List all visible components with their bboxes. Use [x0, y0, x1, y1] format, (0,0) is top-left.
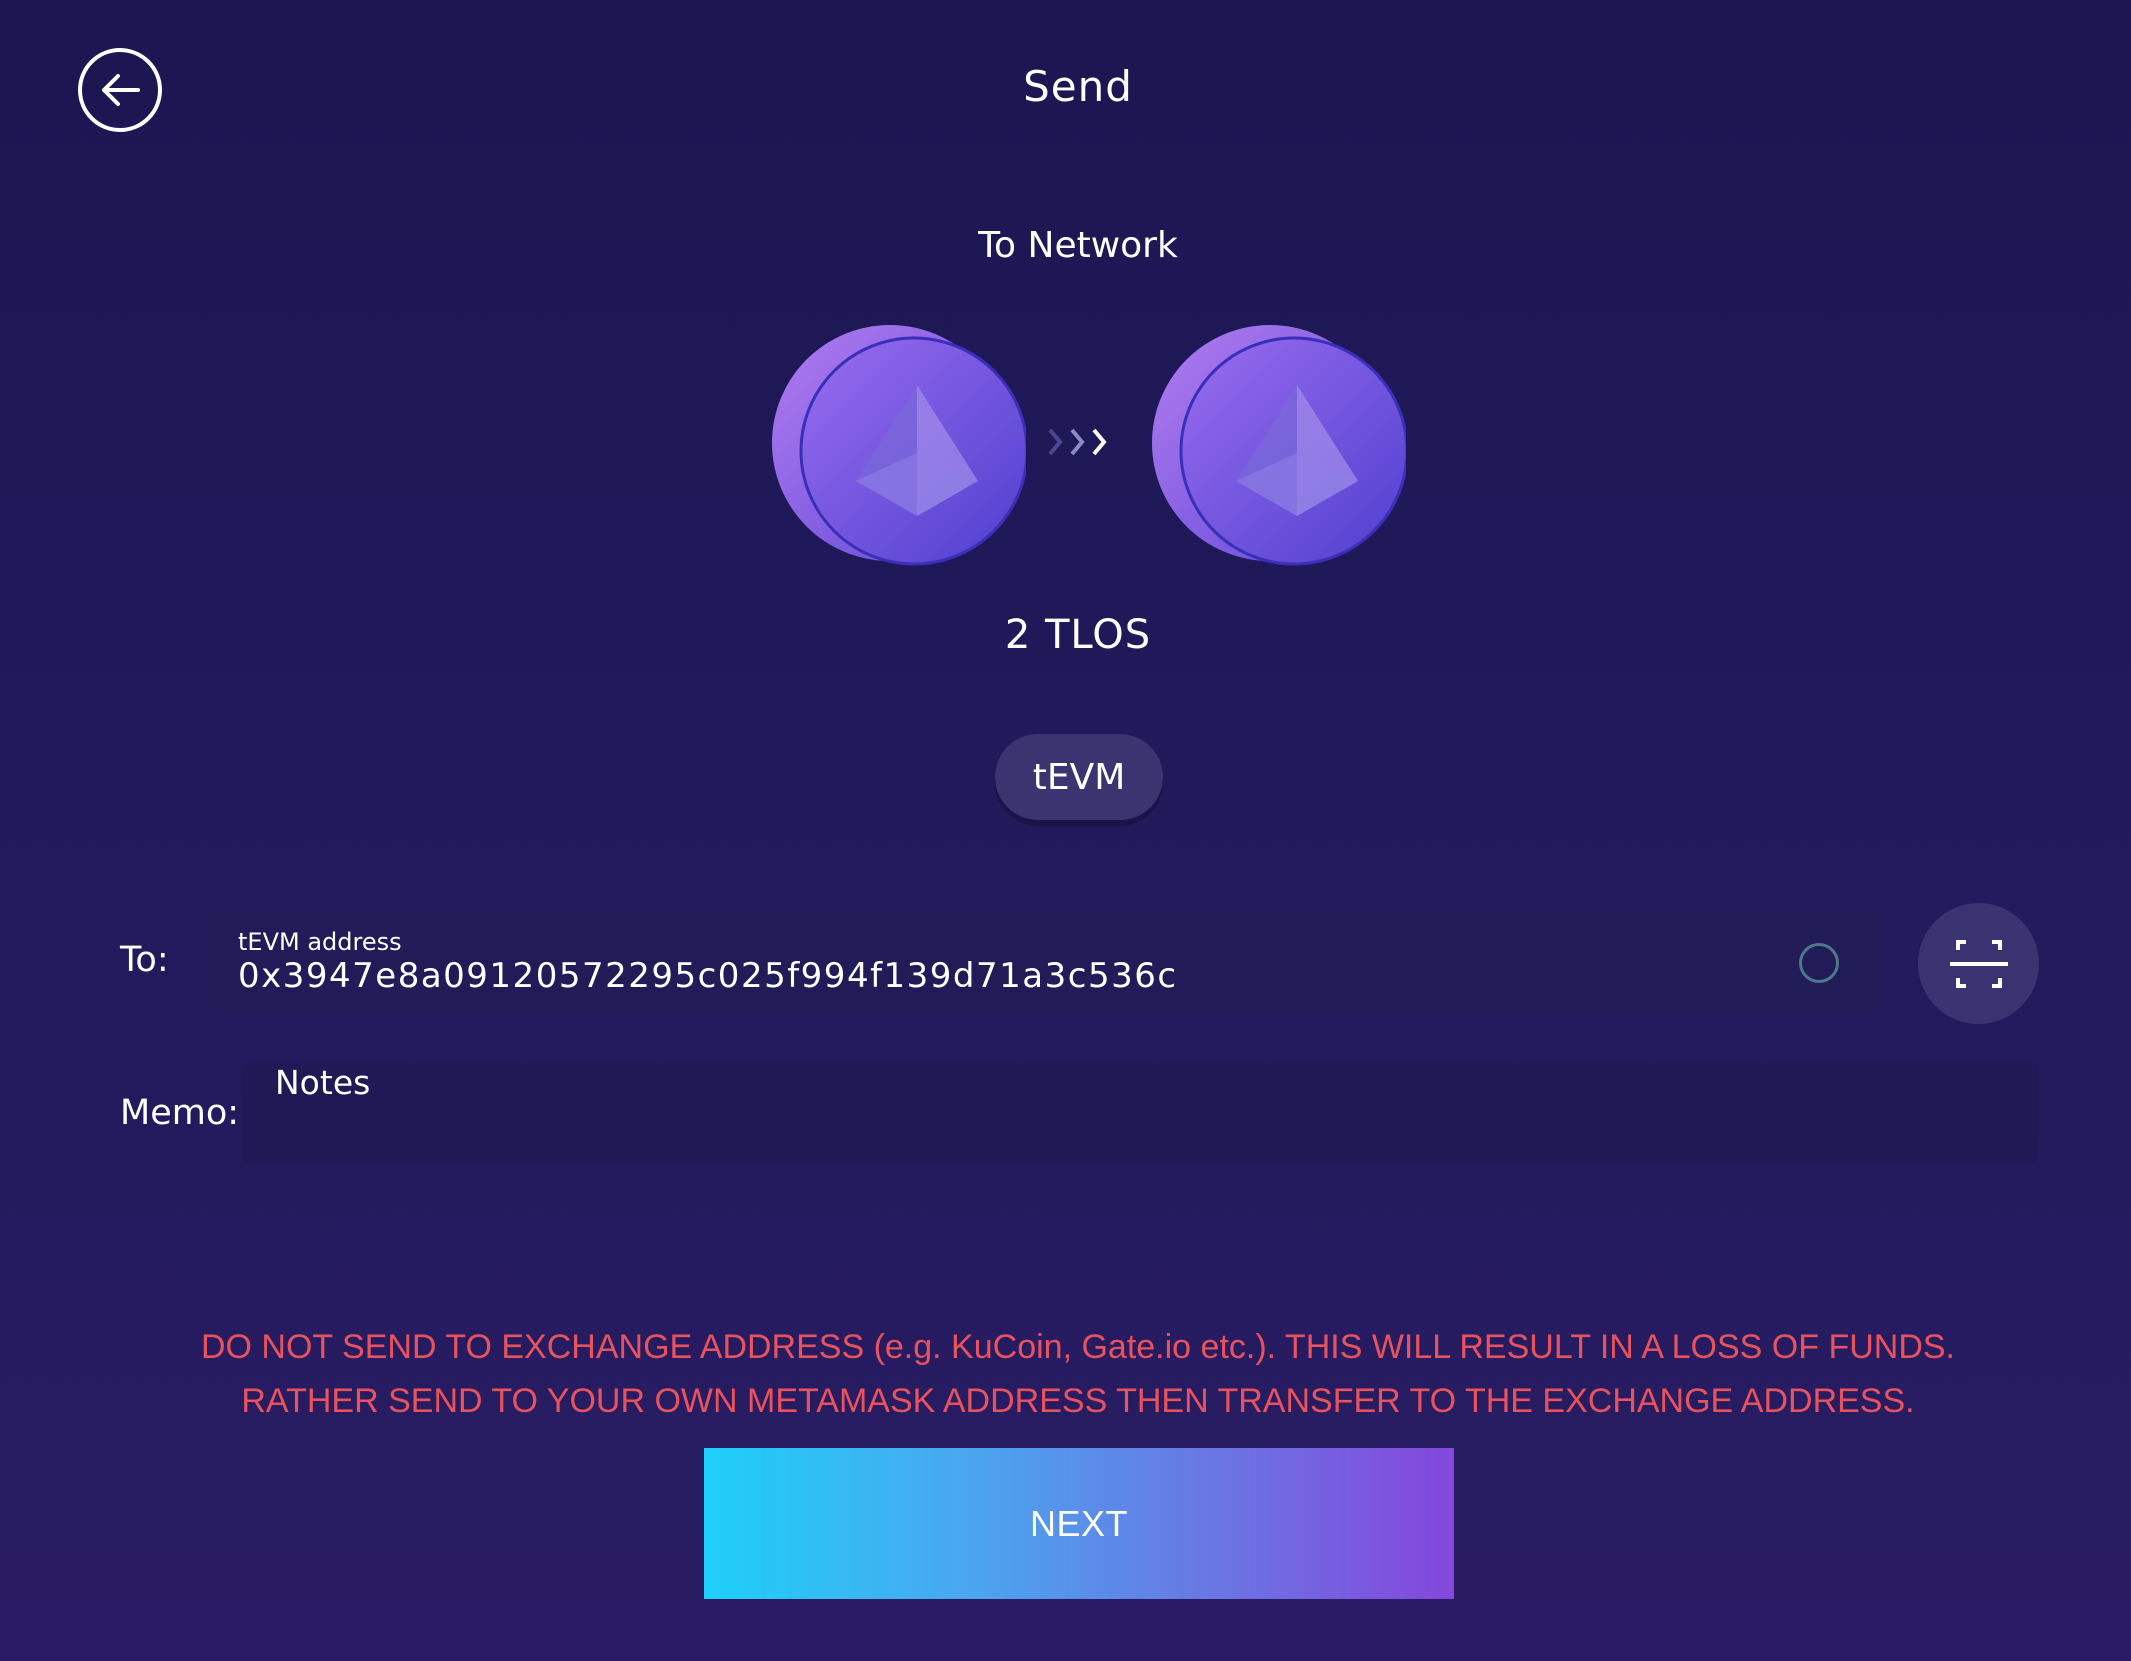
memo-placeholder: Notes — [275, 1063, 371, 1102]
memo-input[interactable] — [243, 1063, 2038, 1163]
address-caption: tEVM address — [238, 928, 402, 956]
ethereum-coin-icon — [1152, 325, 1406, 566]
scan-qr-button[interactable] — [1918, 903, 2039, 1024]
qr-scan-icon — [1949, 939, 2008, 988]
memo-label: Memo: — [120, 1093, 240, 1133]
amount-display: 2 TLOS — [1004, 612, 1152, 658]
loading-spinner-icon — [1799, 943, 1839, 983]
warning-line-2: RATHER SEND TO YOUR OWN METAMASK ADDRESS… — [241, 1382, 1915, 1420]
to-label: To: — [120, 940, 169, 980]
next-button[interactable]: NEXT — [704, 1448, 1454, 1599]
address-value[interactable]: 0x3947e8a09120572295c025f994f139d71a3c53… — [238, 956, 1178, 996]
warning-line-1: DO NOT SEND TO EXCHANGE ADDRESS (e.g. Ku… — [200, 1328, 1956, 1366]
exchange-warning: DO NOT SEND TO EXCHANGE ADDRESS (e.g. Ku… — [0, 1320, 2131, 1428]
ethereum-coin-icon — [772, 325, 1026, 566]
page-title: Send — [1023, 62, 1133, 111]
network-chip[interactable]: tEVM — [995, 734, 1163, 820]
triple-chevron-right-icon — [1048, 428, 1107, 456]
network-label: To Network — [978, 225, 1178, 266]
